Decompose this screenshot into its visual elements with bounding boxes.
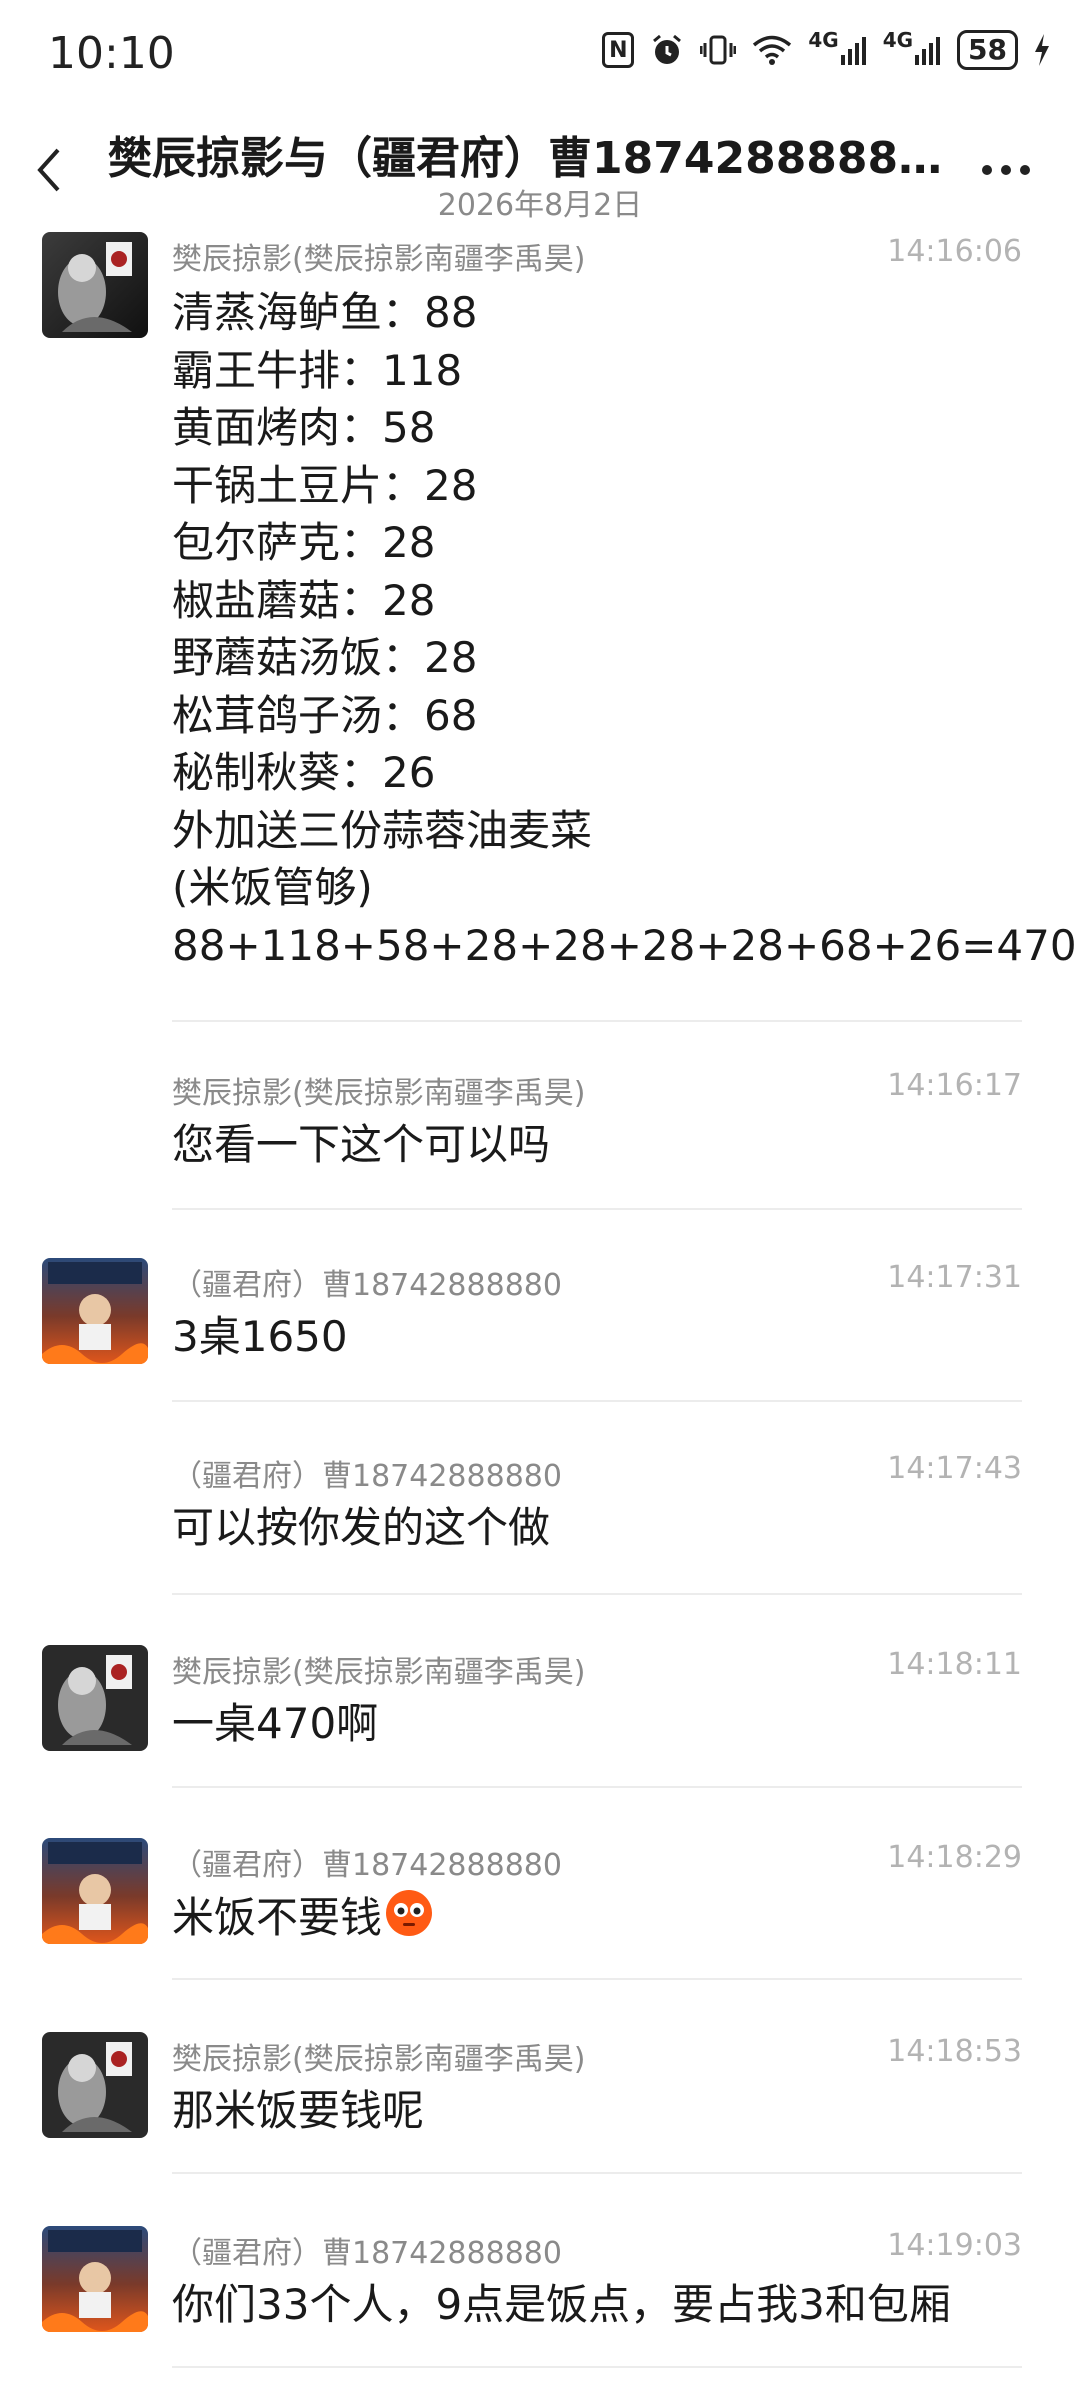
message-line: 霸王牛排：118: [172, 345, 463, 395]
message-line: 包尔萨克：28: [172, 518, 436, 567]
message-line: 外加送三份蒜蓉油麦菜: [172, 805, 593, 855]
message-time: 14:18:11: [887, 1647, 1022, 1682]
message-line: 你们33个人，9点是饭点，要占我3和包厢: [172, 2280, 951, 2329]
message-line: 米饭不要钱: [172, 1888, 1032, 1953]
chat-header: 樊辰掠影与（疆君府）曹18742888880... 2026年8月2日: [0, 110, 1080, 230]
chat-date: 2026年8月2日: [437, 188, 643, 223]
message-text[interactable]: 你们33个人，9点是饭点，要占我3和包厢: [172, 2276, 1032, 2334]
avatar[interactable]: [42, 1645, 148, 1751]
status-time: 10:10: [48, 28, 175, 79]
chat-title: 樊辰掠影与（疆君府）曹18742888880...: [108, 133, 948, 184]
sender-name: 樊辰掠影(樊辰掠影南疆李禹昊): [172, 242, 586, 277]
flushed-face-emoji-icon: [384, 1888, 434, 1953]
sender-name: 樊辰掠影(樊辰掠影南疆李禹昊): [172, 2042, 586, 2077]
message-time: 14:19:03: [887, 2228, 1022, 2263]
alarm-icon: [650, 30, 684, 70]
message-time: 14:16:06: [887, 234, 1022, 269]
status-bar: 10:10 N 4G 4G 58: [0, 0, 1080, 110]
sender-name: 樊辰掠影(樊辰掠影南疆李禹昊): [172, 1076, 586, 1111]
message-text[interactable]: 清蒸海鲈鱼：88 霸王牛排：118 黄面烤肉：58 干锅土豆片：28 包尔萨克：…: [172, 284, 1077, 974]
sender-name: 樊辰掠影(樊辰掠影南疆李禹昊): [172, 1655, 586, 1690]
sender-name: （疆君府）曹18742888880: [172, 1459, 562, 1494]
divider: [172, 1978, 1022, 1980]
network-type-label: 4G: [808, 28, 839, 52]
message-line: 清蒸海鲈鱼：88: [172, 288, 478, 337]
message-text[interactable]: 那米饭要钱呢: [172, 2082, 1032, 2140]
message-line: (米饭管够): [172, 863, 373, 912]
more-icon-dot: [1001, 165, 1011, 175]
more-options-button[interactable]: [982, 150, 1042, 190]
cell-signal-icon: 4G: [883, 30, 941, 70]
message-text[interactable]: 可以按你发的这个做: [172, 1499, 1032, 1557]
message-line-text: 米饭不要钱: [172, 1892, 383, 1942]
battery-level: 58: [957, 30, 1018, 70]
sender-name: （疆君府）曹18742888880: [172, 1268, 562, 1303]
message-line: 野蘑菇汤饭：28: [172, 633, 478, 682]
message-text[interactable]: 一桌470啊: [172, 1695, 1032, 1753]
message-text[interactable]: 3桌1650: [172, 1308, 1032, 1366]
message-time: 14:17:31: [887, 1260, 1022, 1295]
divider: [172, 1400, 1022, 1402]
divider: [172, 1593, 1022, 1595]
nfc-icon: N: [602, 32, 635, 68]
message-line: 那米饭要钱呢: [172, 2086, 425, 2135]
message-time: 14:18:29: [887, 1840, 1022, 1875]
message-line: 可以按你发的这个做: [172, 1503, 551, 1552]
sender-name: （疆君府）曹18742888880: [172, 1848, 562, 1883]
avatar[interactable]: [42, 2226, 148, 2332]
message-time: 14:17:43: [887, 1451, 1022, 1486]
avatar[interactable]: [42, 2032, 148, 2138]
avatar[interactable]: [42, 1838, 148, 1944]
message-line: 您看一下这个可以吗: [172, 1120, 551, 1169]
sender-name: （疆君府）曹18742888880: [172, 2236, 562, 2271]
cell-signal-icon: 4G: [808, 30, 866, 70]
message-line: 黄面烤肉：58: [172, 403, 436, 452]
message-text[interactable]: 米饭不要钱: [172, 1888, 1032, 1953]
divider: [172, 1020, 1022, 1022]
message-time: 14:16:17: [887, 1068, 1022, 1103]
message-line: 秘制秋葵：26: [172, 748, 436, 797]
message-line: 一桌470啊: [172, 1699, 379, 1748]
message-line: 88+118+58+28+28+28+28+68+26=470: [172, 920, 1077, 970]
message-line: 干锅土豆片：28: [172, 460, 478, 510]
message-line: 松茸鸽子汤：68: [172, 690, 478, 740]
message-time: 14:18:53: [887, 2034, 1022, 2069]
network-type-label: 4G: [882, 28, 914, 52]
vibrate-icon: [700, 30, 737, 70]
status-icons: N 4G 4G 58: [602, 30, 1050, 70]
message-line: 3桌1650: [172, 1312, 348, 1361]
avatar[interactable]: [42, 1258, 148, 1364]
divider: [172, 1208, 1022, 1210]
divider: [172, 1786, 1022, 1788]
message-text[interactable]: 您看一下这个可以吗: [172, 1116, 1032, 1174]
divider: [172, 2172, 1022, 2174]
wifi-icon: [752, 30, 792, 70]
charging-icon: [1034, 30, 1050, 70]
more-icon: [982, 165, 992, 175]
more-icon-dot: [1020, 165, 1030, 175]
message-line: 椒盐蘑菇：28: [172, 575, 436, 625]
divider: [172, 2366, 1022, 2368]
avatar[interactable]: [42, 232, 148, 338]
